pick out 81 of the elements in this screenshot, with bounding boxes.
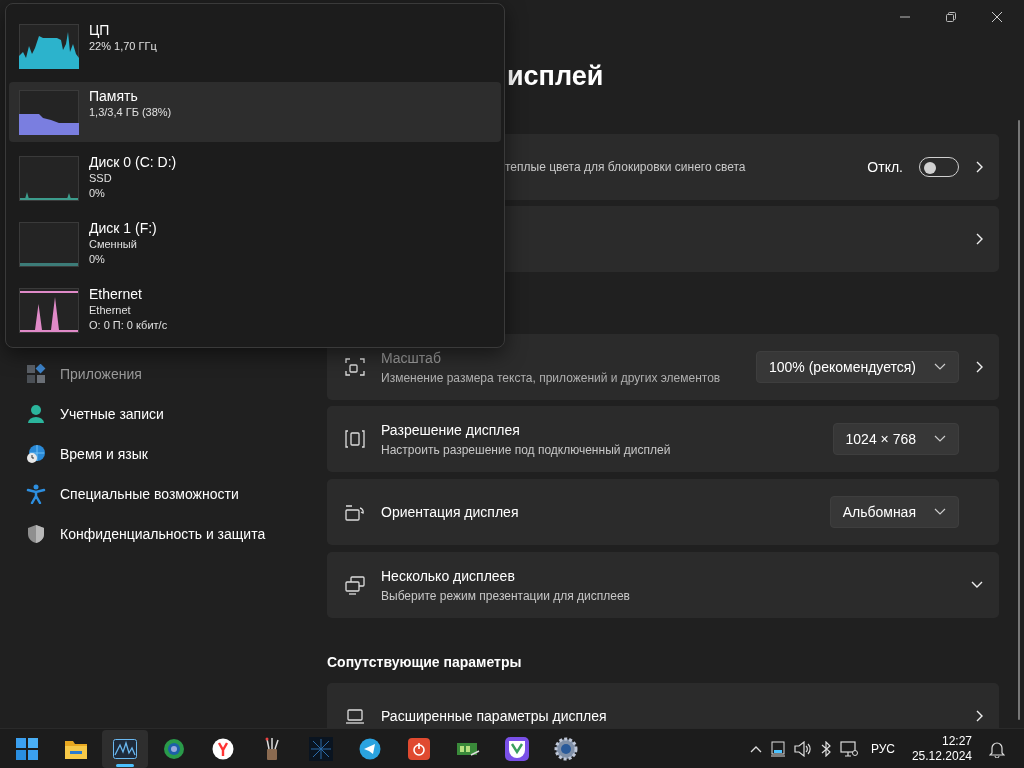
network-square-icon[interactable] (309, 736, 333, 761)
close-icon (992, 12, 1002, 22)
dropdown-caret-icon (934, 435, 946, 443)
gear-icon[interactable] (554, 736, 578, 761)
scrollbar[interactable] (1018, 120, 1020, 720)
setting-card[interactable]: Разрешение дисплея Настроить разрешение под подключенный дисплей 1024 × 768 (327, 406, 999, 472)
clock-time[interactable]: 12:27 (941, 733, 972, 749)
chevron-right-icon[interactable] (975, 361, 983, 373)
resource-item[interactable]: ЦП 22% 1,70 ГГц (9, 16, 501, 76)
setting-title: Несколько дисплеев (381, 566, 516, 586)
language-indicator[interactable]: РУС (870, 739, 895, 758)
resource-name: Память (89, 88, 139, 105)
shield-icon (26, 524, 46, 544)
network-icon[interactable] (839, 740, 858, 757)
taskbar-app[interactable] (102, 729, 148, 768)
setting-card[interactable]: Ориентация дисплея Альбомная (327, 479, 999, 545)
chevron-right-icon[interactable] (975, 161, 983, 173)
resource-detail: 22% 1,70 ГГц (89, 39, 157, 54)
setting-card[interactable]: Расширенные параметры дисплея (327, 683, 999, 728)
globe-clock-icon (26, 444, 46, 464)
setting-title: Разрешение дисплея (381, 420, 521, 440)
bluetooth-icon[interactable] (820, 740, 831, 757)
dropdown[interactable]: 1024 × 768 (832, 423, 959, 455)
chevron-right-icon[interactable] (975, 710, 983, 722)
accessibility-icon (26, 484, 46, 504)
bell-icon[interactable] (989, 739, 1005, 758)
toggle-state: Откл. (867, 157, 903, 177)
laptop-icon (345, 706, 365, 726)
device-icon[interactable] (770, 740, 785, 757)
paper-plane-icon[interactable] (359, 737, 381, 760)
setting-card[interactable]: Несколько дисплеев Выберите режим презентации для дисплеев (327, 552, 999, 618)
resource-detail: SSD (89, 171, 113, 186)
resource-item[interactable]: Диск 1 (F:) Сменный 0% (9, 214, 501, 274)
volume-icon[interactable] (793, 740, 812, 757)
setting-description: Настроить разрешение под подключенный дисплей (381, 441, 672, 459)
clock-date[interactable]: 25.12.2024 (911, 748, 972, 764)
displays-icon (345, 575, 365, 595)
setting-title: Расширенные параметры дисплея (381, 706, 608, 726)
resource-detail: 0% (89, 186, 106, 201)
scale-icon (345, 357, 365, 377)
apps-icon (26, 364, 46, 384)
sidebar-item[interactable]: Специальные возможности (60, 483, 239, 505)
resource-detail: 1,3/3,4 ГБ (38%) (89, 105, 172, 120)
sidebar-item[interactable]: Приложения (60, 363, 142, 385)
dropdown-caret-icon (934, 363, 946, 371)
sidebar-item[interactable]: Конфиденциальность и защита (60, 523, 266, 545)
dropdown-caret-icon (934, 508, 946, 516)
setting-description: Выберите режим презентации для дисплеев (381, 587, 631, 605)
resource-item[interactable]: Память 1,3/3,4 ГБ (38%) (9, 82, 501, 142)
resource-name: Диск 0 (C: D:) (89, 154, 177, 171)
setting-title: Ориентация дисплея (381, 502, 520, 522)
resource-name: ЦП (89, 22, 111, 39)
setting-title: Масштаб (381, 348, 442, 368)
windows-icon[interactable] (16, 737, 38, 760)
v-shield-icon[interactable] (505, 736, 529, 761)
section-heading: Сопутствующие параметры (327, 653, 523, 672)
setting-description: Изменение размера текста, приложений и других элементов (381, 369, 722, 387)
person-icon (26, 404, 46, 424)
expand-icon[interactable] (971, 581, 983, 589)
setting-card[interactable]: Масштаб Изменение размера текста, приложений и других элементов 100% (рекомендуется) (327, 334, 999, 400)
sidebar-item[interactable]: Время и язык (60, 443, 148, 465)
resource-name: Ethernet (89, 286, 143, 303)
chart-icon[interactable] (113, 738, 137, 759)
globe-icon[interactable] (163, 737, 185, 760)
resource-name: Диск 1 (F:) (89, 220, 157, 237)
resource-detail: 0% (89, 252, 106, 267)
resource-detail: Сменный (89, 237, 138, 252)
sidebar-item[interactable]: Учетные записи (60, 403, 164, 425)
setting-description: теплые цвета для блокировки синего света (505, 159, 747, 176)
dropdown[interactable]: Альбомная (829, 496, 959, 528)
screen-frame-icon (345, 429, 365, 449)
restore-icon (946, 12, 956, 22)
page-title: исплей (507, 60, 605, 93)
power-icon[interactable] (408, 737, 430, 760)
dropdown[interactable]: 100% (рекомендуется) (756, 351, 959, 383)
resource-detail: Ethernet (89, 303, 132, 318)
circle-logo-icon[interactable] (212, 737, 234, 760)
resource-detail: О: 0 П: 0 кбит/с (89, 318, 168, 333)
chevron-right-icon[interactable] (975, 233, 983, 245)
chevron-up-icon[interactable] (749, 744, 762, 753)
rotate-screen-icon (345, 502, 365, 522)
